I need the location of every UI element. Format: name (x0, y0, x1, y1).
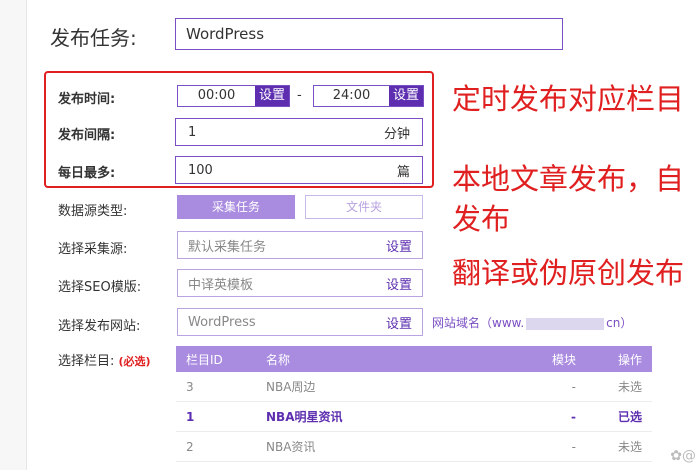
publish-interval-label: 发布间隔: (58, 128, 116, 143)
domain-redacted (526, 317, 605, 330)
publish-site-set-button[interactable]: 设置 (386, 313, 412, 332)
publish-interval-value: 1 (188, 124, 197, 140)
annotation-translate-publish: 翻译或伪原创发布 (452, 256, 685, 290)
end-time-value: 24:00 (332, 88, 371, 103)
publish-interval-input[interactable]: 1 分钟 (175, 118, 423, 146)
row-module: - (571, 409, 576, 424)
row-select-action[interactable]: 未选 (596, 438, 652, 455)
annotation-local-publish-line2: 发布 (452, 202, 511, 236)
column-table-header: 栏目ID 名称 模块 操作 (176, 346, 652, 372)
row-module: - (571, 439, 576, 454)
site-domain-prefix: 网站域名（www. (432, 316, 525, 330)
column-label-text: 选择栏目: (58, 354, 115, 369)
seo-template-set-button[interactable]: 设置 (386, 274, 412, 293)
collect-source-label: 选择采集源: (58, 242, 128, 257)
end-time-set-button[interactable]: 设置 (389, 86, 423, 106)
header-module: 模块 (551, 352, 576, 367)
collect-source-value: 默认采集任务 (188, 239, 267, 255)
seo-template-label: 选择SEO模版: (58, 280, 142, 295)
source-type-collect-button[interactable]: 采集任务 (177, 195, 295, 219)
column-table: 栏目ID 名称 模块 操作 3 NBA周边 - 未选 1 NBA明星资讯 - 已… (176, 346, 652, 462)
publish-task-label: 发布任务: (50, 26, 137, 50)
publish-site-field[interactable]: WordPress 设置 (177, 308, 423, 336)
watermark: ✿@ (670, 448, 696, 464)
publish-site-value: WordPress (188, 314, 256, 330)
header-action: 操作 (617, 352, 642, 367)
collect-source-field[interactable]: 默认采集任务 设置 (177, 231, 423, 259)
daily-max-unit: 篇 (396, 164, 410, 180)
source-type-folder-button[interactable]: 文件夹 (305, 195, 423, 219)
row-id: 2 (186, 439, 194, 454)
column-required-tag: (必选) (118, 355, 151, 368)
seo-template-value: 中译英模板 (188, 277, 254, 293)
annotation-scheduled-publish: 定时发布对应栏目 (452, 82, 685, 116)
site-domain-text: 网站域名（www. cn） (432, 314, 632, 331)
row-name: NBA周边 (266, 380, 316, 394)
publish-interval-unit: 分钟 (383, 126, 410, 142)
table-row[interactable]: 1 NBA明星资讯 - 已选 (176, 402, 652, 432)
seo-template-field[interactable]: 中译英模板 设置 (177, 269, 423, 297)
daily-max-value: 100 (188, 162, 213, 178)
row-id: 1 (186, 409, 195, 424)
left-panel-edge (0, 0, 27, 470)
table-row[interactable]: 2 NBA资讯 - 未选 (176, 432, 652, 462)
publish-task-input[interactable]: WordPress (175, 18, 563, 50)
daily-max-label: 每日最多: (58, 166, 116, 181)
row-module: - (571, 379, 576, 394)
row-name: NBA资讯 (266, 440, 316, 454)
start-time-set-button[interactable]: 设置 (255, 86, 289, 106)
row-name: NBA明星资讯 (266, 410, 343, 424)
header-name: 名称 (266, 352, 291, 367)
table-row[interactable]: 3 NBA周边 - 未选 (176, 372, 652, 402)
time-separator: - (297, 88, 302, 103)
source-type-label: 数据源类型: (58, 204, 128, 219)
annotation-local-publish-line1: 本地文章发布，自 (452, 162, 685, 196)
publish-site-label: 选择发布网站: (58, 319, 141, 334)
start-time-value: 00:00 (197, 88, 236, 103)
collect-source-set-button[interactable]: 设置 (386, 236, 412, 255)
publish-time-label: 发布时间: (58, 92, 116, 107)
site-domain-suffix: cn） (606, 316, 633, 330)
daily-max-input[interactable]: 100 篇 (175, 156, 423, 184)
header-column-id: 栏目ID (186, 352, 223, 367)
row-select-action[interactable]: 未选 (596, 378, 652, 395)
column-select-label: 选择栏目: (必选) (58, 350, 151, 369)
end-time-field[interactable]: 24:00 设置 (313, 85, 424, 107)
start-time-field[interactable]: 00:00 设置 (177, 85, 290, 107)
row-select-action[interactable]: 已选 (596, 408, 652, 425)
row-id: 3 (186, 379, 194, 394)
